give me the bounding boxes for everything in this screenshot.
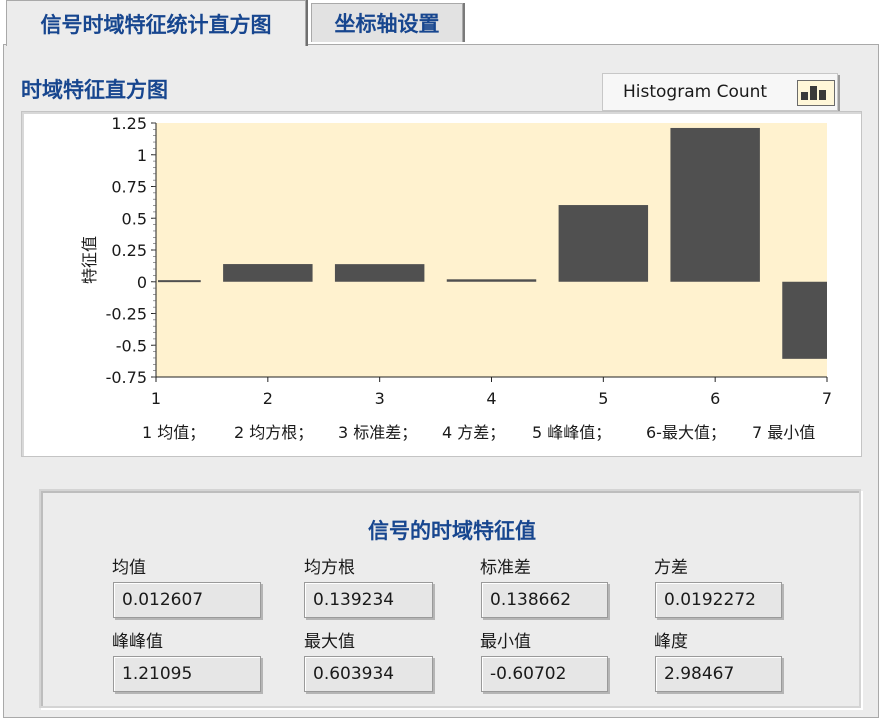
y-tick-label: -0.75 [106,368,147,387]
category-caption: 5 峰峰值； [532,423,612,442]
stat-value-indicator[interactable]: 1.21095 [113,656,261,692]
stat-label: 峰峰值 [112,632,163,652]
stat-label: 均方根 [304,558,355,578]
stat-value-indicator[interactable]: 0.139234 [304,582,433,618]
histogram-bar [158,280,201,283]
graph-title: 时域特征直方图 [21,78,168,102]
y-tick-label: -0.25 [106,305,147,324]
histogram-bar [446,279,537,282]
stat-value-indicator[interactable]: 0.012607 [113,582,261,618]
category-caption: 2 均方根； [234,423,314,442]
x-tick-label: 3 [375,389,385,408]
stat-value-indicator[interactable]: 0.603934 [304,656,433,692]
category-caption: 4 方差； [442,423,506,442]
stat-value-indicator[interactable]: 0.138662 [481,582,608,618]
x-tick-label: 2 [263,389,273,408]
category-caption: 1 均值； [142,423,206,442]
y-tick-label: 0.75 [111,178,147,197]
y-axis-label: 特征值 [80,235,100,285]
y-tick-label: 0.5 [122,209,147,228]
stat-value-indicator[interactable]: -0.60702 [481,656,608,692]
category-caption: 3 标准差； [338,423,418,442]
category-caption: 6-最大值； [646,423,726,442]
x-tick-label: 1 [151,389,161,408]
stat-label: 标准差 [480,558,531,578]
stat-label: 均值 [112,558,146,578]
x-tick-label: 4 [486,389,496,408]
x-tick-label: 6 [710,389,720,408]
stats-title: 信号的时域特征值 [368,519,536,543]
legend-label: Histogram Count [623,82,768,102]
stat-label: 方差 [654,558,688,578]
y-tick-label: 0.25 [111,241,147,260]
tab-bar: 信号时域特征统计直方图 坐标轴设置 [0,0,881,46]
stat-label: 最大值 [304,632,355,652]
histogram-bar [334,264,425,282]
histogram-bar [782,281,827,359]
y-tick-label: 1 [137,146,147,165]
histogram-bar [223,264,313,282]
plot-legend[interactable]: Histogram Count [602,73,838,111]
stat-label: 峰度 [654,632,688,652]
y-tick-label: 1.25 [111,114,147,133]
stat-value-indicator[interactable]: 2.98467 [655,656,782,692]
x-tick-label: 5 [598,389,608,408]
histogram-bar [670,127,760,282]
tab-time-domain-histogram[interactable]: 信号时域特征统计直方图 [6,0,306,46]
stat-label: 最小值 [480,632,531,652]
stat-value-indicator[interactable]: 0.0192272 [655,582,782,618]
y-tick-label: -0.5 [116,336,147,355]
histogram-plot-style-icon[interactable] [797,80,835,106]
histogram-chart: 1.25 1 0.75 0.5 0.25 0 -0.25 -0.5 -0.75 1 2 3 4 5 6 7 [21,111,862,457]
y-tick-label: 0 [137,273,147,292]
histogram-bar [558,205,649,282]
tab-axis-settings[interactable]: 坐标轴设置 [311,3,463,42]
category-caption: 7 最小值 [752,423,816,442]
x-tick-label: 7 [822,389,832,408]
chart-svg: 1.2510.750.50.250-0.25-0.5-0.751 2 3 4 5 6 7 [106,114,833,408]
